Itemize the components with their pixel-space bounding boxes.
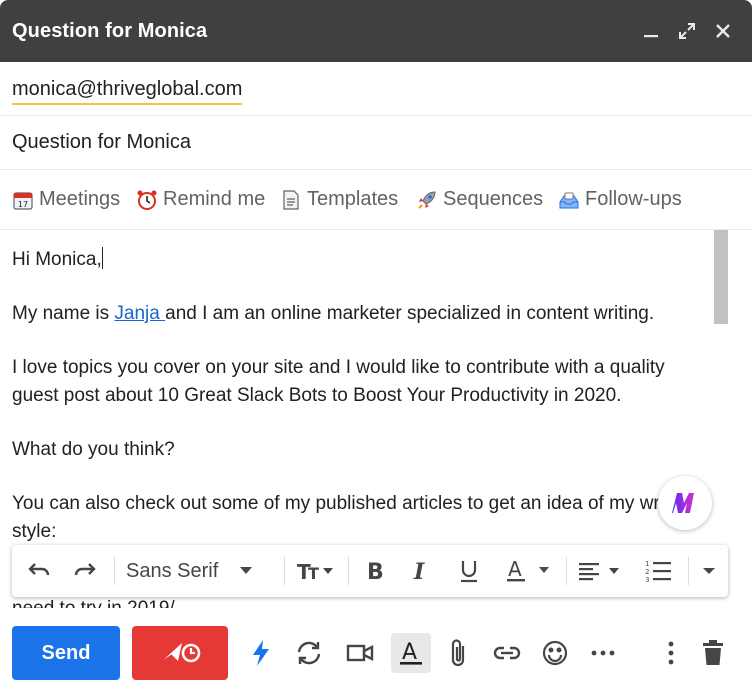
paragraph-articles: You can also check out some of my publis… [12,493,695,542]
meetings-label: Meetings [39,188,121,210]
align-icon[interactable] [576,555,626,587]
toolbar-separator [284,557,285,585]
schedule-send-button[interactable] [132,626,228,680]
paragraph-intro-before: My name is [12,303,115,324]
attach-icon[interactable] [444,638,474,668]
extension-toolbar: 17 Meetings Remind me Templates Sequence… [0,170,752,230]
alarm-clock-icon [136,189,158,211]
close-icon[interactable] [710,18,736,44]
bold-icon[interactable]: B [360,555,390,587]
recipient-chip[interactable]: monica@thriveglobal.com [12,78,243,105]
text-cursor [101,247,103,269]
svg-text:A: A [402,640,417,665]
svg-text:3: 3 [645,576,649,584]
sequences-button[interactable]: Sequences [416,188,543,211]
compose-titlebar[interactable]: Question for Monica [0,0,752,62]
undo-icon[interactable] [22,555,56,587]
body-scrollbar[interactable] [714,230,728,324]
subject-input[interactable]: Question for Monica [12,131,191,154]
minimize-icon[interactable] [638,18,664,44]
numbered-list-icon[interactable]: 123 [642,555,676,587]
svg-text:2: 2 [645,568,649,576]
compose-actions: Send A [0,608,752,694]
templates-label: Templates [307,188,399,210]
paragraph-intro-after: and I am an online marketer specialized … [165,303,655,324]
more-dots-icon[interactable] [588,638,618,668]
greeting-text: Hi Monica, [12,249,102,270]
sequences-label: Sequences [443,188,544,210]
underline-icon[interactable] [454,555,484,587]
rocket-icon [416,189,438,211]
meetings-button[interactable]: 17 Meetings [12,188,120,211]
paragraph-pitch: I love topics you cover on your site and… [12,357,665,406]
italic-icon[interactable]: I [406,555,436,587]
subject-field[interactable]: Question for Monica [0,116,752,170]
remind-me-button[interactable]: Remind me [136,188,265,211]
svg-text:I: I [413,560,425,582]
compose-title: Question for Monica [12,20,208,42]
paragraph-question: What do you think? [12,439,175,460]
text-color-icon[interactable]: A [504,555,554,587]
font-family-select[interactable]: Sans Serif [126,555,276,587]
remind-me-label: Remind me [163,188,266,210]
templates-button[interactable]: Templates [280,188,398,211]
toolbar-separator [566,557,567,585]
lightning-icon[interactable] [246,638,276,668]
partially-hidden-line: need to try in 2019/ [12,598,175,608]
svg-text:17: 17 [18,200,28,209]
follow-ups-label: Follow-ups [585,188,682,210]
calendar-icon: 17 [12,189,34,211]
extension-badge[interactable] [658,476,712,530]
to-field[interactable]: monica@thriveglobal.com [0,62,752,116]
name-link[interactable]: Janja [114,303,165,324]
text-size-icon[interactable]: TT [296,555,338,587]
message-text[interactable]: Hi Monica, My name is Janja and I am an … [12,246,702,572]
more-formatting-icon[interactable] [696,555,722,587]
trash-icon[interactable] [698,638,728,668]
redo-icon[interactable] [68,555,102,587]
toolbar-separator [114,557,115,585]
toolbar-separator [348,557,349,585]
link-icon[interactable] [492,638,522,668]
inbox-tray-icon [558,189,580,211]
chevron-down-icon [240,567,253,574]
formatting-options-icon[interactable]: A [391,633,431,673]
template-icon [280,189,302,211]
follow-ups-button[interactable]: Follow-ups [558,188,682,211]
expand-icon[interactable] [674,18,700,44]
toolbar-separator [688,557,689,585]
m-logo-icon [672,493,694,513]
svg-text:1: 1 [645,560,649,568]
schedule-send-icon [159,643,201,664]
more-options-icon[interactable] [656,638,686,668]
formatting-toolbar: Sans Serif TT B I A 123 [12,545,728,597]
sync-icon[interactable] [294,638,324,668]
video-icon[interactable] [345,638,375,668]
svg-text:B: B [367,560,384,582]
font-family-label: Sans Serif [126,559,219,582]
svg-text:A: A [508,558,522,581]
send-button[interactable]: Send [12,626,120,680]
svg-text:T: T [308,564,319,582]
emoji-icon[interactable] [540,638,570,668]
